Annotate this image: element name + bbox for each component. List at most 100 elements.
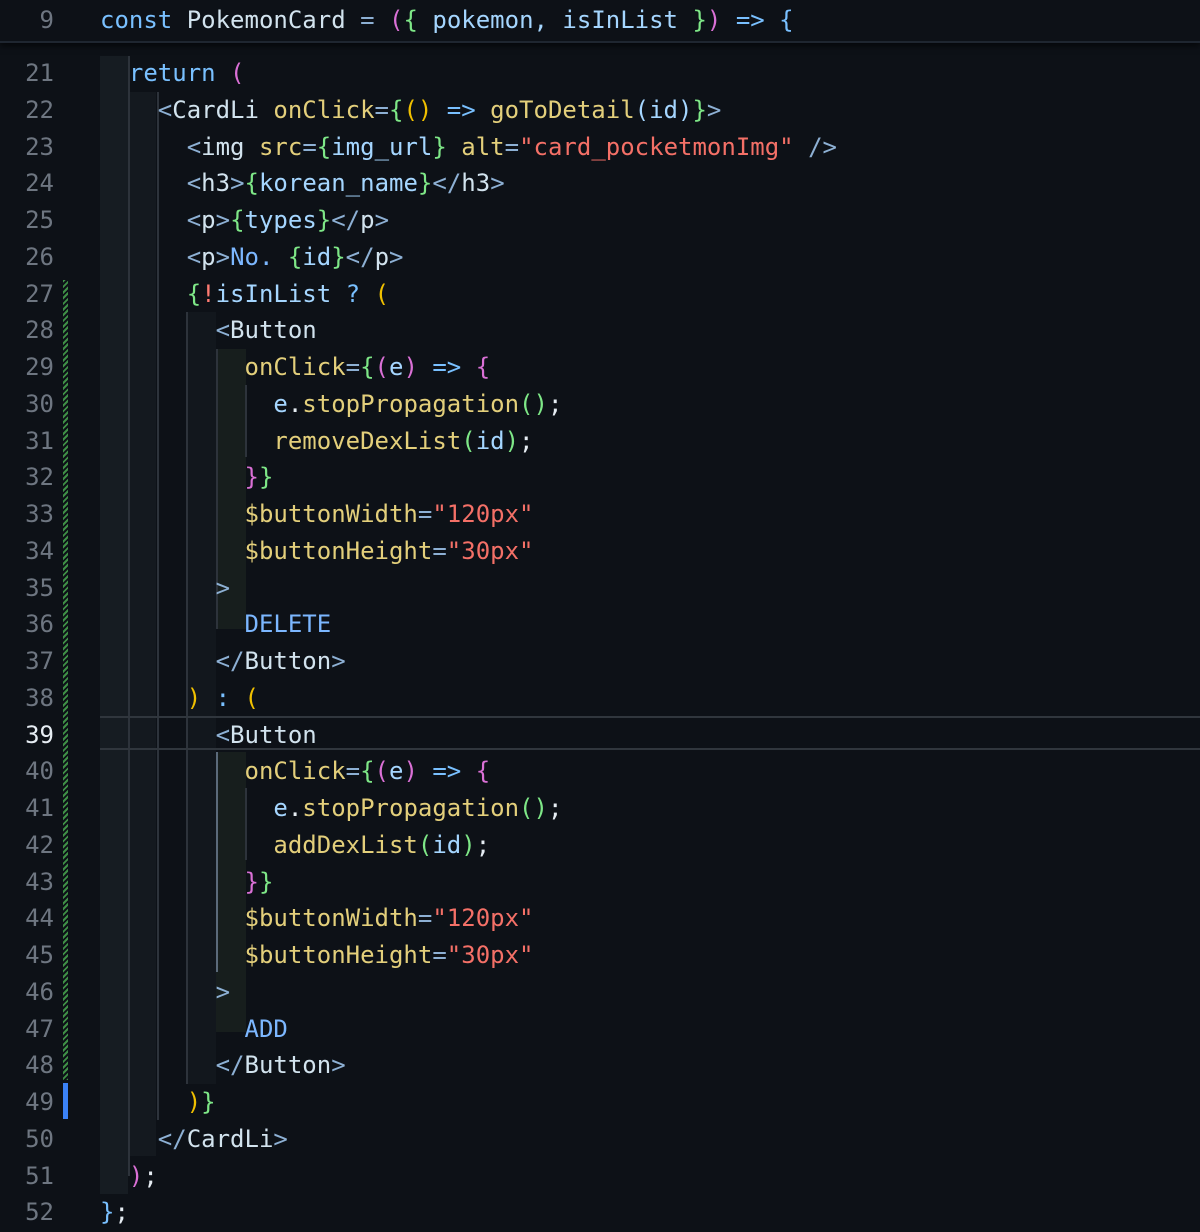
sticky-scroll-header[interactable]: 9 const PokemonCard = ({ pokemon, isInLi…: [0, 0, 1200, 43]
code-token: </: [432, 169, 462, 198]
code-token: CardLi: [186, 1124, 274, 1153]
code-line[interactable]: 34 $buttonHeight="30px": [0, 533, 1200, 569]
code-token: =: [504, 132, 520, 161]
code-line[interactable]: 22 <CardLi onClick={() => goToDetail(id)…: [0, 92, 1200, 128]
line-code: <p>No. {id}</p>: [100, 239, 404, 275]
code-line[interactable]: 27 {!isInList ? (: [0, 276, 1200, 312]
code-token: {: [475, 353, 491, 381]
code-line[interactable]: 49 )}: [0, 1084, 1200, 1120]
code-line[interactable]: 36 DELETE: [0, 606, 1200, 642]
line-number: 37: [25, 647, 54, 675]
code-line[interactable]: 47 ADD: [0, 1011, 1200, 1047]
code-line[interactable]: 41 e.stopPropagation();: [0, 790, 1200, 826]
code-token: }: [432, 132, 447, 161]
line-number: 28: [25, 316, 54, 345]
code-line[interactable]: 44 $buttonWidth="120px": [0, 900, 1200, 936]
code-token: </: [100, 1124, 187, 1153]
line-code: onClick={(e) => {: [100, 349, 490, 385]
code-token: <: [100, 206, 202, 234]
line-number: 38: [25, 683, 54, 712]
code-token: img_url: [331, 132, 433, 161]
code-line[interactable]: 37 </Button>: [0, 643, 1200, 679]
code-line[interactable]: 39 <Button: [0, 717, 1200, 753]
code-token: {: [403, 6, 418, 34]
code-line[interactable]: 35 >: [0, 570, 1200, 606]
code-token: ): [504, 426, 520, 455]
code-token: </: [100, 647, 245, 675]
code-line[interactable]: 42 addDexList(id);: [0, 827, 1200, 863]
code-token: <: [100, 169, 202, 198]
code-token: ): [403, 353, 418, 381]
code-token: goToDetail: [490, 95, 635, 124]
code-token: >: [215, 242, 231, 271]
code-token: (: [461, 426, 476, 455]
code-token: id: [302, 242, 332, 271]
code-token: stopPropagation: [302, 794, 520, 822]
code-line[interactable]: 28 <Button: [0, 312, 1200, 348]
code-token: >: [100, 977, 231, 1006]
code-token: id: [432, 830, 462, 859]
code-line[interactable]: 29 onClick={(e) => {: [0, 349, 1200, 385]
code-token: =: [302, 132, 317, 161]
code-token: Button: [244, 647, 332, 675]
code-token: ;: [114, 1198, 129, 1227]
code-token: isInList: [215, 279, 332, 308]
code-token: return: [100, 59, 231, 87]
code-token: }: [100, 463, 259, 492]
code-line[interactable]: 50 </CardLi>: [0, 1121, 1200, 1157]
code-line[interactable]: 23 <img src={img_url} alt="card_pocketmo…: [0, 129, 1200, 165]
line-code: <Button: [100, 717, 317, 753]
code-token: korean_name: [258, 169, 418, 198]
code-token: <: [100, 720, 231, 749]
code-line[interactable]: 43 }}: [0, 864, 1200, 900]
code-token: p: [360, 206, 375, 234]
line-number: 26: [25, 242, 54, 271]
line-code: onClick={(e) => {: [100, 753, 490, 789]
code-token: e: [389, 353, 404, 381]
line-number: 27: [25, 279, 54, 308]
sticky-line-number: 9: [39, 6, 54, 34]
code-line[interactable]: 26 <p>No. {id}</p>: [0, 239, 1200, 275]
code-token: src: [244, 132, 303, 161]
line-number: 33: [25, 500, 54, 528]
code-line[interactable]: 31 removeDexList(id);: [0, 423, 1200, 459]
line-code: DELETE: [100, 606, 331, 642]
line-number: 46: [25, 977, 54, 1006]
code-token: ADD: [100, 1014, 288, 1043]
code-line[interactable]: 25 <p>{types}</p>: [0, 202, 1200, 238]
code-token: =>: [721, 6, 780, 34]
code-token: onClick: [100, 757, 346, 786]
code-token: }: [201, 1088, 216, 1116]
code-token: =: [374, 95, 389, 124]
code-token: onClick: [100, 353, 346, 381]
code-token: Button: [230, 720, 317, 749]
code-token: >: [331, 647, 346, 675]
code-token: p: [201, 206, 216, 234]
code-token: =: [345, 757, 361, 786]
code-line[interactable]: 21 return (: [0, 55, 1200, 91]
code-line[interactable]: 48 </Button>: [0, 1047, 1200, 1083]
code-token: =>: [432, 95, 491, 124]
code-token: $buttonHeight: [100, 536, 433, 565]
code-line[interactable]: 38 ) : (: [0, 680, 1200, 716]
code-line[interactable]: 45 $buttonHeight="30px": [0, 937, 1200, 973]
code-line[interactable]: 24 <h3>{korean_name}</h3>: [0, 165, 1200, 201]
line-code: removeDexList(id);: [100, 423, 533, 459]
code-token: (): [519, 794, 548, 822]
code-line[interactable]: 30 e.stopPropagation();: [0, 386, 1200, 422]
code-line[interactable]: 51 );: [0, 1158, 1200, 1194]
code-token: >: [331, 1051, 346, 1080]
code-token: (: [374, 757, 389, 786]
code-line[interactable]: 52};: [0, 1194, 1200, 1230]
code-token: removeDexList: [100, 426, 462, 455]
code-token: >: [490, 169, 505, 198]
code-editor[interactable]: 21 return (22 <CardLi onClick={() => goT…: [0, 0, 1200, 1232]
line-number: 44: [25, 904, 54, 933]
code-line[interactable]: 46 >: [0, 974, 1200, 1010]
code-line[interactable]: 32 }}: [0, 459, 1200, 495]
code-line[interactable]: 33 $buttonWidth="120px": [0, 496, 1200, 532]
code-line[interactable]: 40 onClick={(e) => {: [0, 753, 1200, 789]
line-number: 50: [25, 1124, 54, 1153]
line-code: }}: [100, 459, 273, 495]
sticky-code: const PokemonCard = ({ pokemon, isInList…: [100, 2, 794, 38]
